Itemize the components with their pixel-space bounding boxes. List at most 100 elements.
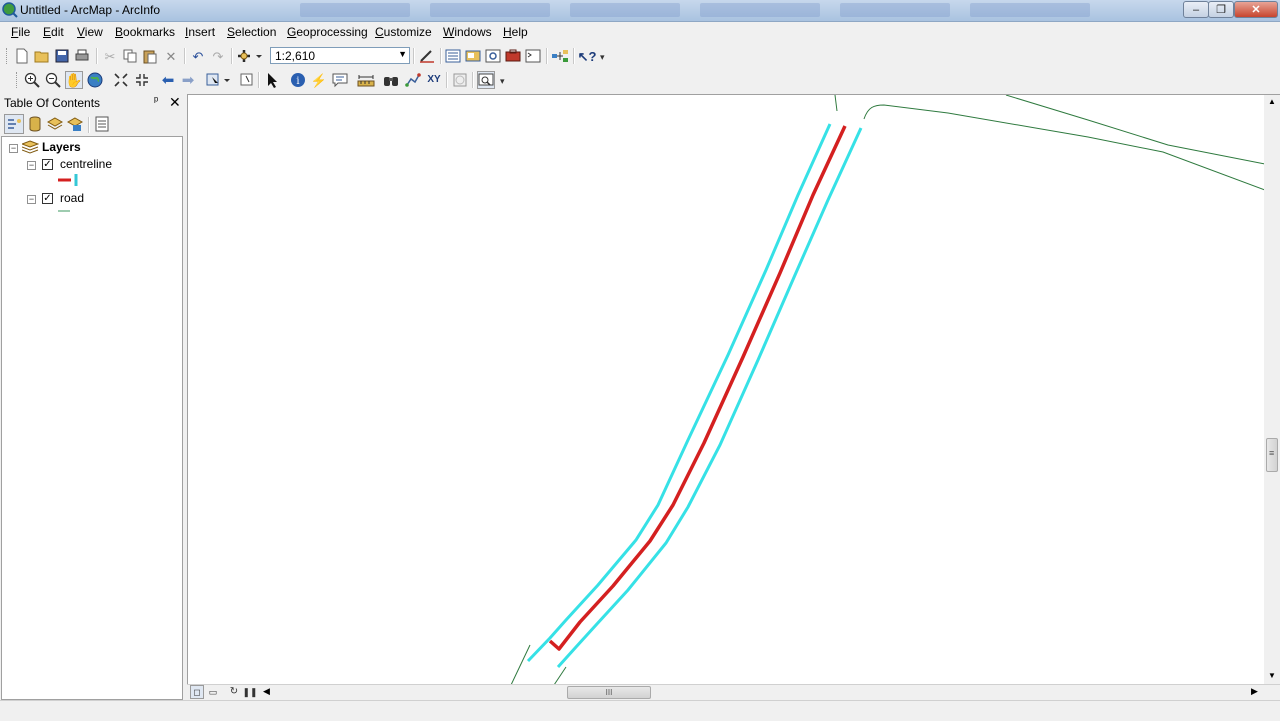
menu-help[interactable]: Help [503,25,528,39]
scroll-up-icon[interactable]: ▲ [1268,97,1276,106]
collapse-road-icon[interactable]: − [27,195,36,204]
catalog-icon[interactable] [464,47,482,65]
map-display[interactable] [187,94,1280,700]
vertical-scroll-thumb[interactable]: ≡ [1266,438,1278,472]
undo-icon[interactable]: ↶ [189,47,207,65]
identify-icon[interactable]: i [289,71,307,89]
model-builder-icon[interactable] [551,47,569,65]
open-icon[interactable] [33,47,51,65]
menu-view[interactable]: View [77,25,103,39]
delete-icon[interactable]: ✕ [162,47,180,65]
menu-file[interactable]: File [11,25,30,39]
select-features-icon[interactable] [205,71,231,89]
map-vertical-scrollbar[interactable]: ▲ ≡ ▼ [1264,95,1280,684]
layout-view-icon[interactable]: ▭ [206,685,220,699]
data-view-icon[interactable]: ◻ [190,685,204,699]
create-viewer-icon[interactable] [477,71,495,89]
arcmap-app-icon [2,2,18,18]
toolbar-grip[interactable] [6,48,10,64]
scroll-right-icon[interactable]: ▶ [1251,686,1258,697]
zoom-in-icon[interactable] [23,71,41,89]
list-by-drawing-order-icon[interactable] [4,114,24,134]
menu-customize[interactable]: Customize [375,25,432,39]
menu-windows[interactable]: Windows [443,25,492,39]
menu-selection[interactable]: Selection [227,25,276,39]
print-icon[interactable] [73,47,91,65]
road-line-lower-right[interactable] [553,666,567,685]
new-doc-icon[interactable] [13,47,31,65]
find-icon[interactable] [382,71,400,89]
toc-window-icon[interactable] [444,47,462,65]
arctoolbox-icon[interactable] [504,47,522,65]
pan-icon[interactable]: ✋ [65,71,83,89]
refresh-view-icon[interactable]: ↻ [227,685,241,699]
paste-icon[interactable] [141,47,159,65]
options-icon[interactable] [93,115,111,133]
map-scale-dropdown[interactable]: 1:2,610 ▼ [270,47,410,64]
menu-edit[interactable]: Edit [43,25,64,39]
road-line-upper[interactable] [863,104,1265,191]
road-visibility-checkbox[interactable]: ✓ [42,193,53,204]
full-extent-icon[interactable] [86,71,104,89]
cut-icon[interactable]: ✂ [101,47,119,65]
hyperlink-icon[interactable]: ⚡ [310,71,328,89]
tools-toolbar: ✋ ⬅ ➡ i ⚡ XY ▾ [0,68,1280,92]
toc-close-icon[interactable]: ✕ [169,94,181,111]
zoom-out-icon[interactable] [44,71,62,89]
go-to-xy-icon[interactable]: XY [425,71,443,89]
scroll-down-icon[interactable]: ▼ [1268,671,1276,680]
python-window-icon[interactable] [524,47,542,65]
centreline-feature[interactable] [548,125,847,651]
measure-icon[interactable] [357,71,375,89]
back-extent-icon[interactable]: ⬅ [159,71,177,89]
title-bar[interactable]: Untitled - ArcMap - ArcInfo – ❐ ✕ [0,0,1280,22]
minimize-button[interactable]: – [1183,1,1209,18]
toolbar-overflow-chevron-icon[interactable]: ▾ [500,76,509,92]
time-slider-icon[interactable] [451,71,469,89]
fixed-zoom-out-icon[interactable] [133,71,151,89]
save-icon[interactable] [53,47,71,65]
collapse-centreline-icon[interactable]: − [27,161,36,170]
list-by-source-icon[interactable] [26,115,44,133]
list-by-visibility-icon[interactable] [46,115,64,133]
copy-icon[interactable] [121,47,139,65]
html-popup-icon[interactable] [331,71,349,89]
pause-drawing-icon[interactable]: ❚❚ [242,685,257,699]
map-canvas[interactable] [188,95,1265,685]
select-elements-icon[interactable] [263,71,281,89]
collapse-layers-icon[interactable]: − [9,144,18,153]
find-route-icon[interactable] [404,71,422,89]
pin-icon[interactable]: ᵖ [154,95,158,107]
fixed-zoom-in-icon[interactable] [112,71,130,89]
list-by-selection-icon[interactable] [66,115,84,133]
whats-this-icon[interactable]: ↖? [578,47,597,65]
close-button[interactable]: ✕ [1234,1,1278,18]
add-data-icon[interactable] [236,47,264,65]
centreline-visibility-checkbox[interactable]: ✓ [42,159,53,170]
maximize-button[interactable]: ❐ [1208,1,1234,18]
toolbar-grip[interactable] [16,72,20,88]
redo-icon[interactable]: ↷ [209,47,227,65]
horizontal-scroll-thumb[interactable]: III [567,686,651,699]
menu-insert[interactable]: Insert [185,25,215,39]
search-window-icon[interactable] [484,47,502,65]
editor-toolbar-icon[interactable] [418,47,436,65]
chevron-down-icon[interactable]: ▼ [398,49,407,59]
layer-road-label[interactable]: road [60,191,84,205]
status-bar [0,700,1280,721]
standard-toolbar: ✂ ✕ ↶ ↷ 1:2,610 ▼ ↖? ▾ [0,44,1280,68]
road-line-vertical[interactable] [834,95,838,112]
centreline-symbol-icon[interactable] [57,173,81,187]
clear-selection-icon[interactable] [238,71,256,89]
forward-extent-icon[interactable]: ➡ [179,71,197,89]
layer-centreline-label[interactable]: centreline [60,157,112,171]
menu-bookmarks[interactable]: Bookmarks [115,25,175,39]
layers-root-label[interactable]: Layers [42,140,81,154]
road-line-lower-left[interactable] [510,644,531,685]
buffer-left-line[interactable] [526,123,832,663]
scroll-left-icon[interactable]: ◀ [263,686,270,697]
menu-geoprocessing[interactable]: Geoprocessing [287,25,368,39]
road-symbol-icon[interactable] [57,207,71,215]
background-title-fragment [700,3,820,17]
toolbar-overflow-chevron-icon[interactable]: ▾ [600,52,609,68]
